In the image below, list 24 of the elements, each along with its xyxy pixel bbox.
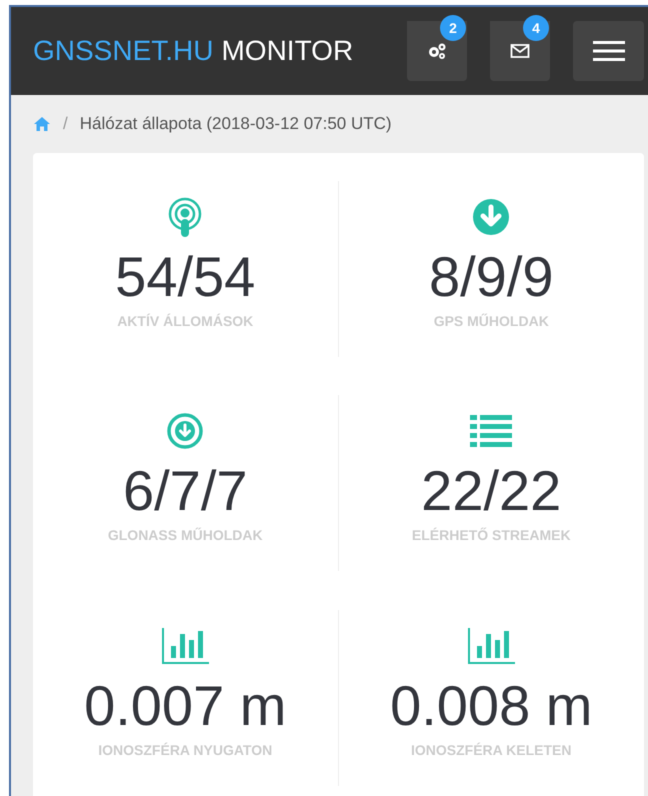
menu-icon bbox=[592, 40, 624, 62]
stat-value: 8/9/9 bbox=[428, 245, 554, 309]
count-badge: 2 bbox=[440, 15, 466, 41]
stat-value: 22/22 bbox=[421, 459, 562, 524]
arrow-down-circle-icon bbox=[473, 199, 510, 235]
bar-chart-icon bbox=[161, 628, 210, 664]
brand-name[interactable]: GNSSNET.HU bbox=[33, 30, 214, 72]
stat-value: 54/54 bbox=[115, 245, 256, 309]
arrow-down-circle-outline-icon bbox=[167, 413, 204, 450]
breadcrumb-separator: / bbox=[63, 113, 68, 136]
envelope-icon bbox=[510, 43, 530, 59]
count-badge: 4 bbox=[523, 15, 549, 41]
brand-title: MONITOR bbox=[221, 34, 354, 68]
list-icon bbox=[470, 414, 512, 448]
podcast-icon bbox=[167, 197, 204, 237]
stat-value: 6/7/7 bbox=[122, 459, 248, 524]
breadcrumb-current: Hálózat állapota (2018-03-12 07:50 UTC) bbox=[80, 113, 392, 136]
stat-value: 0.008 m bbox=[390, 674, 592, 738]
messages-button[interactable]: 4 bbox=[490, 15, 550, 81]
gears-icon bbox=[426, 42, 448, 60]
stat-value: 0.007 m bbox=[84, 674, 286, 738]
settings-button[interactable]: 2 bbox=[407, 15, 467, 81]
menu-button[interactable] bbox=[573, 21, 644, 81]
bar-chart-icon bbox=[467, 628, 516, 664]
